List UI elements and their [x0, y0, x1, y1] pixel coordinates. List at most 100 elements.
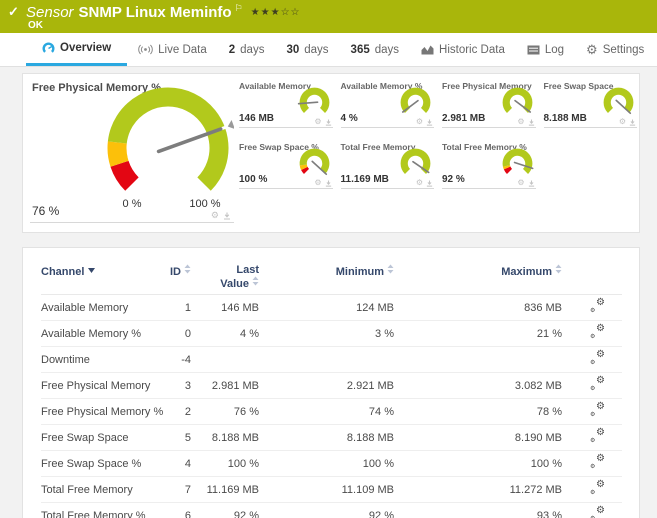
page-title: SNMP Linux Meminfo — [78, 4, 232, 21]
gear-icon[interactable]: ⚙ — [517, 179, 524, 187]
column-header-channel[interactable]: Channel — [41, 260, 163, 278]
channel-id: 3 — [184, 379, 191, 392]
gear-icon[interactable]: ⚙ — [517, 118, 524, 126]
tab-365-days-number: 365 — [350, 43, 370, 56]
download-icon[interactable] — [426, 179, 433, 187]
gear-icon[interactable]: ⚙ — [416, 179, 423, 187]
gauge — [603, 87, 634, 115]
tab-historic-data[interactable]: Historic Data — [410, 33, 516, 66]
tab-settings-label: Settings — [602, 43, 645, 56]
channel-maximum: 100 % — [530, 457, 562, 470]
table-row: Free Swap Space % 4 100 % 100 % 100 % ⚙ ⚙ — [41, 451, 622, 477]
download-icon[interactable] — [325, 118, 332, 126]
channel-last-value: 146 MB — [221, 301, 259, 314]
gauge-value: 146 MB — [239, 113, 275, 124]
tab-365-days[interactable]: 365 days — [340, 33, 410, 66]
gauge-tile[interactable]: Total Free Memory % 92 % ⚙ — [442, 141, 536, 189]
channel-settings-icon[interactable]: ⚙⚙ — [590, 453, 605, 470]
log-icon — [527, 45, 540, 54]
status-ok-check-icon: ✓ — [8, 4, 19, 19]
gauge-tile[interactable]: Total Free Memory 11.169 MB ⚙ — [340, 141, 434, 189]
tab-live-data-label: Live Data — [158, 43, 207, 56]
channel-minimum: 74 % — [368, 405, 394, 418]
channel-settings-icon[interactable]: ⚙⚙ — [590, 297, 605, 314]
tab-settings[interactable]: ⚙ Settings — [575, 33, 655, 66]
tab-30-days[interactable]: 30 days — [275, 33, 339, 66]
channel-name: Downtime — [41, 353, 90, 366]
gear-icon[interactable]: ⚙ — [416, 118, 423, 126]
flag-icon[interactable]: ⚐ — [235, 3, 243, 13]
gear-icon[interactable]: ⚙ — [314, 118, 321, 126]
column-header-maximum[interactable]: Maximum — [394, 260, 562, 278]
tab-365-days-unit: days — [374, 43, 400, 56]
main-gauge-value: 76 % — [32, 204, 60, 218]
channel-settings-icon[interactable]: ⚙⚙ — [590, 375, 605, 392]
channel-settings-icon[interactable]: ⚙⚙ — [590, 401, 605, 418]
channel-settings-icon[interactable]: ⚙⚙ — [590, 479, 605, 496]
channel-last-value: 92 % — [233, 509, 259, 518]
channel-last-value: 8.188 MB — [211, 431, 259, 444]
download-icon[interactable] — [528, 179, 535, 187]
table-row: Free Swap Space 5 8.188 MB 8.188 MB 8.190 MB… — [41, 425, 622, 451]
priority-stars[interactable]: ★★★☆☆ — [251, 7, 301, 18]
download-icon[interactable] — [325, 179, 332, 187]
tab-2-days[interactable]: 2 days — [218, 33, 276, 66]
sort-caret-icon — [88, 264, 96, 276]
channel-minimum: 2.921 MB — [346, 379, 394, 392]
gear-icon[interactable]: ⚙ — [211, 211, 219, 220]
channel-minimum: 92 % — [368, 509, 394, 518]
sort-icon — [387, 264, 394, 277]
channel-minimum: 8.188 MB — [346, 431, 394, 444]
tab-log[interactable]: Log — [516, 33, 575, 66]
channel-minimum: 11.109 MB — [341, 483, 394, 496]
table-row: Total Free Memory 7 11.169 MB 11.109 MB 11.2… — [41, 477, 622, 503]
tab-30-days-number: 30 — [286, 43, 300, 56]
download-icon[interactable] — [426, 118, 433, 126]
channel-minimum: 3 % — [375, 327, 394, 340]
gauge-value: 8.188 MB — [543, 113, 587, 124]
gauge-value: 2.981 MB — [442, 113, 486, 124]
channel-name: Free Physical Memory % — [41, 405, 164, 418]
channel-settings-icon[interactable]: ⚙⚙ — [590, 427, 605, 444]
gear-icon[interactable]: ⚙ — [619, 118, 626, 126]
main-gauge-tile[interactable]: Free Physical Memory % 0 % 100 % 76 % ⚙ — [30, 80, 234, 223]
sort-icon — [184, 264, 191, 277]
channel-settings-icon[interactable]: ⚙⚙ — [590, 323, 605, 340]
tab-live-data[interactable]: Live Data — [127, 33, 218, 66]
prtg-sensor-page: ✓ Sensor SNMP Linux Meminfo ⚐ ★★★☆☆ OK Over… — [0, 0, 657, 518]
column-header-minimum[interactable]: Minimum — [259, 260, 394, 278]
gauge-tile[interactable]: Available Memory % 4 % ⚙ — [340, 80, 434, 128]
gauge-tile[interactable]: Available Memory 146 MB ⚙ — [239, 80, 333, 128]
tab-overview[interactable]: Overview — [26, 33, 128, 66]
column-header-last-value[interactable]: Last Value — [191, 260, 259, 290]
channel-id: 5 — [184, 431, 191, 444]
gauge-tile[interactable]: Free Physical Memory 2.981 MB ⚙ — [442, 80, 536, 128]
column-header-id[interactable]: ID — [163, 260, 191, 278]
tile-actions: ⚙ — [211, 211, 231, 220]
channel-maximum: 8.190 MB — [514, 431, 562, 444]
channel-settings-icon[interactable]: ⚙⚙ — [590, 349, 605, 366]
gauge — [400, 148, 431, 175]
gauge — [502, 148, 533, 175]
download-icon[interactable] — [528, 118, 535, 126]
channel-maximum: 3.082 MB — [514, 379, 562, 392]
gauge — [400, 87, 431, 114]
channel-maximum: 21 % — [536, 327, 562, 340]
gauge — [502, 87, 532, 114]
channel-last-value: 100 % — [227, 457, 259, 470]
download-icon[interactable] — [629, 118, 636, 126]
gauge-tile[interactable]: Free Swap Space 8.188 MB ⚙ — [543, 80, 637, 128]
gauge — [299, 148, 329, 176]
overview-gauges-card: Free Physical Memory % 0 % 100 % 76 % ⚙ … — [22, 73, 640, 233]
download-icon[interactable] — [223, 212, 231, 220]
channel-name: Available Memory % — [41, 327, 142, 340]
live-data-icon — [138, 44, 153, 55]
gauge-tile[interactable]: Free Swap Space % 100 % ⚙ — [239, 141, 333, 189]
gauge-value: 4 % — [340, 113, 358, 124]
channel-name: Free Swap Space % — [41, 457, 142, 470]
gear-icon[interactable]: ⚙ — [314, 179, 321, 187]
channel-name: Free Physical Memory — [41, 379, 151, 392]
table-body: Available Memory 1 146 MB 124 MB 836 MB ⚙ ⚙ Ava… — [41, 295, 622, 518]
channel-settings-icon[interactable]: ⚙⚙ — [590, 505, 605, 518]
tab-30-days-unit: days — [304, 43, 329, 56]
